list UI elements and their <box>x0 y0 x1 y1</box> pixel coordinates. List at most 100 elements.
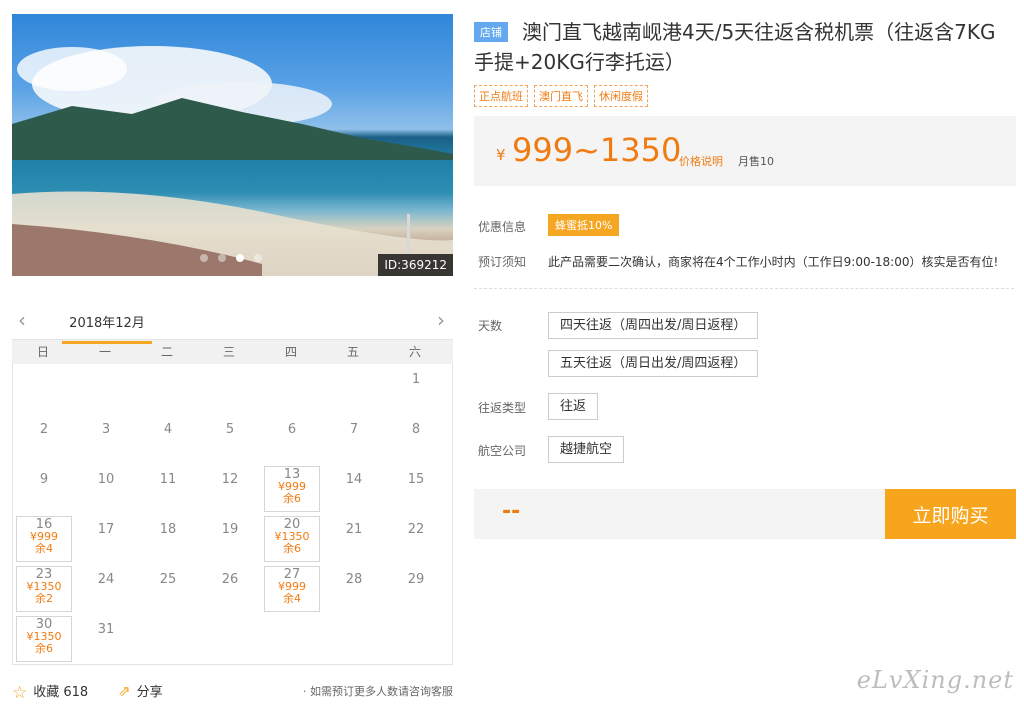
day-number: 6 <box>287 422 297 437</box>
day-number: 21 <box>345 522 363 537</box>
calendar-day-available[interactable]: 23 ¥1350 余2 <box>16 566 72 612</box>
weekday-header: 四 <box>284 345 297 359</box>
calendar-day-available[interactable]: 30 ¥1350 余6 <box>16 616 72 662</box>
calendar-day: 7 <box>323 414 385 464</box>
product-label-tag: 澳门直飞 <box>534 85 588 107</box>
day-number: 17 <box>97 522 115 537</box>
price-calendar: ‹ 2018年12月 › 日一二三四五六 1 2 3 4 5 6 7 8 9 10 11 12 13 ¥9… <box>12 300 453 665</box>
day-number: 12 <box>221 472 239 487</box>
option-days-5[interactable]: 五天往返（周日出发/周四返程） <box>548 350 759 377</box>
calendar-day: 28 <box>323 564 385 614</box>
day-remaining: 余4 <box>283 592 301 605</box>
day-remaining: 余2 <box>35 592 53 605</box>
notice-text: 此产品需要二次确认，商家将在4个工作小时内（工作日9:00-18:00）核实是否… <box>548 255 999 269</box>
carousel-dot[interactable] <box>218 254 226 262</box>
day-number: 9 <box>39 472 49 487</box>
day-number: 28 <box>345 572 363 587</box>
weekday-header: 六 <box>408 345 421 359</box>
calendar-month-tab[interactable]: 2018年12月 <box>62 312 152 344</box>
discount-badge: 蜂蜜抵10% <box>548 214 620 236</box>
calendar-day: 9 <box>13 464 75 514</box>
calendar-day <box>75 364 137 414</box>
prev-month-icon[interactable]: ‹ <box>18 308 26 332</box>
calendar-day: 6 <box>261 414 323 464</box>
day-number: 24 <box>97 572 115 587</box>
calendar-day: 25 <box>137 564 199 614</box>
calendar-day: 2 <box>13 414 75 464</box>
weekday-header: 五 <box>346 345 359 359</box>
star-icon: ☆ <box>12 683 28 703</box>
weekday-header: 三 <box>222 345 235 359</box>
calendar-day: 5 <box>199 414 261 464</box>
price-box: ¥ 999~1350 价格说明 月售10 <box>474 116 1016 186</box>
day-number: 22 <box>407 522 425 537</box>
calendar-day <box>137 614 199 664</box>
calendar-day: 29 <box>385 564 447 614</box>
currency-symbol: ¥ <box>496 146 506 164</box>
day-number: 5 <box>225 422 235 437</box>
calendar-day: 3 <box>75 414 137 464</box>
carousel-dots[interactable] <box>200 254 262 262</box>
calendar-day: 10 <box>75 464 137 514</box>
product-labels: 正点航班 澳门直飞 休闲度假 <box>474 85 648 107</box>
favorite-button[interactable]: ☆ 收藏 618 <box>12 681 88 703</box>
contact-hint[interactable]: · 如需预订更多人数请咨询客服 <box>303 683 453 699</box>
next-month-icon[interactable]: › <box>437 308 445 332</box>
calendar-day: 31 <box>75 614 137 664</box>
day-number: 11 <box>159 472 177 487</box>
day-number: 4 <box>163 422 173 437</box>
total-price: -- <box>502 499 521 524</box>
calendar-day-available[interactable]: 20 ¥1350 余6 <box>264 516 320 562</box>
calendar-day <box>13 364 75 414</box>
calendar-day <box>385 614 447 664</box>
share-button[interactable]: ⇗ 分享 <box>118 681 163 700</box>
calendar-days: 1 2 3 4 5 6 7 8 9 10 11 12 13 ¥999 余6 14 15 16 ¥999 余4 17 18 1… <box>12 364 453 665</box>
day-remaining: 余4 <box>35 542 53 555</box>
option-days-4[interactable]: 四天往返（周四出发/周日返程） <box>548 312 759 339</box>
discount-label: 优惠信息 <box>478 220 527 234</box>
calendar-day-available[interactable]: 16 ¥999 余4 <box>16 516 72 562</box>
day-number: 25 <box>159 572 177 587</box>
calendar-day: 22 <box>385 514 447 564</box>
favorite-label: 收藏 618 <box>33 685 89 700</box>
day-number: 26 <box>221 572 239 587</box>
trip-type-label: 往返类型 <box>478 401 527 415</box>
option-airline[interactable]: 越捷航空 <box>548 436 625 463</box>
calendar-day: 4 <box>137 414 199 464</box>
day-number: 14 <box>345 472 363 487</box>
calendar-day: 1 <box>385 364 447 414</box>
buy-now-button[interactable]: 立即购买 <box>885 489 1016 539</box>
calendar-day <box>199 614 261 664</box>
calendar-day <box>323 364 385 414</box>
divider <box>474 288 1014 289</box>
day-number: 7 <box>349 422 359 437</box>
day-remaining: 余6 <box>283 542 301 555</box>
price-range: 999~1350 <box>512 131 682 169</box>
option-round-trip[interactable]: 往返 <box>548 393 599 420</box>
day-number: 3 <box>101 422 111 437</box>
day-remaining: 余6 <box>35 642 53 655</box>
calendar-day: 15 <box>385 464 447 514</box>
product-label-tag: 休闲度假 <box>594 85 648 107</box>
day-number: 2 <box>39 422 49 437</box>
carousel-dot[interactable] <box>200 254 208 262</box>
calendar-day <box>261 364 323 414</box>
day-number: 15 <box>407 472 425 487</box>
shop-tag: 店铺 <box>474 22 508 42</box>
carousel-dot-active[interactable] <box>236 254 244 262</box>
day-number: 8 <box>411 422 421 437</box>
calendar-day <box>261 614 323 664</box>
days-label: 天数 <box>478 319 503 333</box>
buy-bar: -- 立即购买 <box>474 489 1016 539</box>
day-number: 1 <box>411 372 421 387</box>
calendar-day: 18 <box>137 514 199 564</box>
price-explain-link[interactable]: 价格说明 <box>679 153 723 169</box>
calendar-day-available[interactable]: 27 ¥999 余4 <box>264 566 320 612</box>
day-remaining: 余6 <box>283 492 301 505</box>
calendar-day-available[interactable]: 13 ¥999 余6 <box>264 466 320 512</box>
day-number: 29 <box>407 572 425 587</box>
product-photo[interactable]: ID:369212 <box>12 14 453 276</box>
beach-landscape-image <box>12 46 453 276</box>
calendar-day <box>137 364 199 414</box>
carousel-dot[interactable] <box>254 254 262 262</box>
